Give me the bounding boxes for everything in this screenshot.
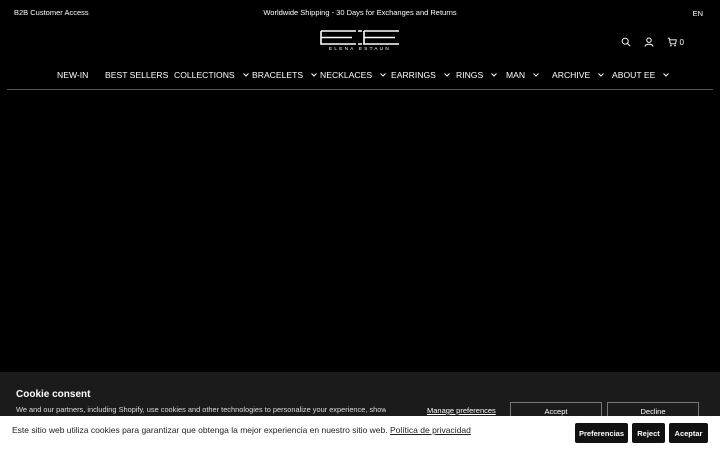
chevron-down-icon bbox=[663, 73, 670, 77]
nav-divider bbox=[7, 89, 713, 90]
nav-item-label: BRACELETS bbox=[252, 70, 304, 80]
nav-item-man[interactable]: MAN bbox=[506, 70, 539, 80]
nav-item-label: COLLECTIONS bbox=[174, 70, 235, 80]
cart-icon bbox=[667, 37, 677, 47]
nav-item-earrings[interactable]: EARRINGS bbox=[391, 70, 450, 80]
nav-item-best-sellers[interactable]: BEST SELLERS bbox=[105, 70, 168, 80]
cart-count: 0 bbox=[679, 37, 684, 47]
nav-item-label: RINGS bbox=[456, 70, 484, 80]
nav-item-label: ARCHIVE bbox=[552, 70, 591, 80]
preferences-button[interactable]: Preferencias bbox=[575, 423, 628, 443]
account-icon[interactable] bbox=[644, 37, 654, 47]
cookie-consent-title: Cookie consent bbox=[16, 389, 91, 400]
nav-item-label: NECKLACES bbox=[320, 70, 373, 80]
nav-item-necklaces[interactable]: NECKLACES bbox=[320, 70, 386, 80]
language-selector[interactable]: EN bbox=[693, 9, 703, 18]
nav-item-archive[interactable]: ARCHIVE bbox=[552, 70, 605, 80]
chevron-down-icon bbox=[491, 73, 498, 77]
nav-item-about-ee[interactable]: ABOUT EE bbox=[612, 70, 670, 80]
cart-button[interactable]: 0 bbox=[667, 37, 684, 47]
chevron-down-icon bbox=[533, 73, 539, 77]
search-icon[interactable] bbox=[621, 37, 631, 47]
reject-button[interactable]: Reject bbox=[632, 423, 665, 443]
nav-item-label: MAN bbox=[506, 70, 526, 80]
announcement-bar: B2B Customer Access Worldwide Shipping -… bbox=[0, 0, 720, 26]
privacy-policy-link[interactable]: Política de privacidad bbox=[390, 425, 471, 435]
cookie-consent-text: We and our partners, including Shopify, … bbox=[16, 405, 386, 414]
nav-item-label: EARRINGS bbox=[391, 70, 436, 80]
chevron-down-icon bbox=[380, 73, 386, 77]
nav-item-label: NEW-IN bbox=[57, 70, 89, 80]
nav-item-bracelets[interactable]: BRACELETS bbox=[252, 70, 317, 80]
main-navigation: NEW-IN BEST SELLERS COLLECTIONS BRACELET… bbox=[0, 70, 720, 84]
chevron-down-icon bbox=[311, 73, 317, 77]
chevron-down-icon bbox=[242, 73, 249, 77]
privacy-bar-text: Este sitio web utiliza cookies para gara… bbox=[12, 425, 388, 435]
header-actions: 0 bbox=[621, 36, 684, 48]
brand-logo[interactable]: ELENA ESTAUN bbox=[320, 30, 400, 54]
nav-item-rings[interactable]: RINGS bbox=[456, 70, 498, 80]
nav-item-label: ABOUT EE bbox=[612, 70, 656, 80]
brand-wordmark: ELENA ESTAUN bbox=[329, 46, 391, 51]
privacy-bar-text-row: Este sitio web utiliza cookies para gara… bbox=[12, 425, 471, 435]
aceptar-button[interactable]: Aceptar bbox=[669, 423, 708, 443]
nav-item-new-in[interactable]: NEW-IN bbox=[57, 70, 88, 80]
nav-item-label: BEST SELLERS bbox=[105, 70, 169, 80]
manage-preferences-link[interactable]: Manage preferences bbox=[427, 406, 496, 415]
shipping-promo-text: Worldwide Shipping - 30 Days for Exchang… bbox=[263, 8, 457, 17]
nav-item-collections[interactable]: COLLECTIONS bbox=[174, 70, 249, 80]
chevron-down-icon bbox=[598, 73, 605, 77]
logo-mark-icon bbox=[320, 30, 399, 45]
chevron-down-icon bbox=[444, 73, 450, 77]
privacy-cookie-bar: Este sitio web utiliza cookies para gara… bbox=[0, 416, 720, 450]
